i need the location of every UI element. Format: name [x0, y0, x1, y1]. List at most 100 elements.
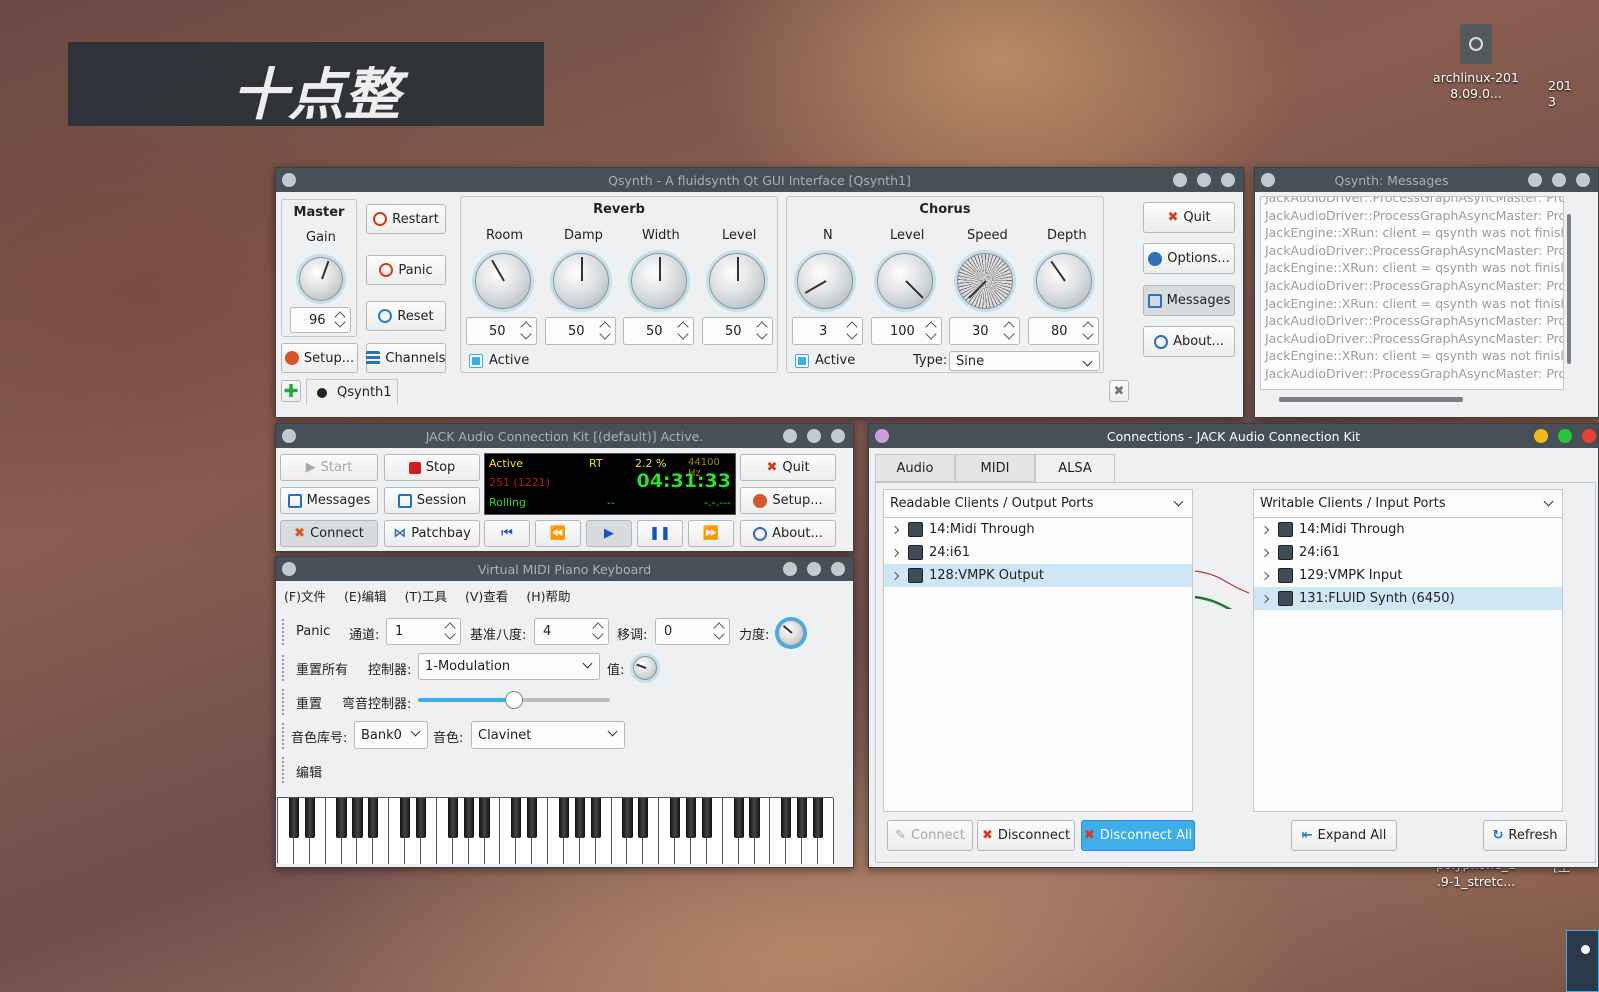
refresh-button[interactable]: ↻ Refresh	[1483, 820, 1567, 851]
black-key[interactable]	[479, 798, 490, 838]
reverb-level-knob[interactable]	[709, 253, 765, 309]
chorus-type-combo[interactable]: Sine	[949, 351, 1100, 371]
close-icon[interactable]	[1576, 173, 1590, 187]
black-key[interactable]	[733, 798, 744, 838]
disconnect-button[interactable]: ✖ Disconnect	[977, 820, 1075, 851]
black-key[interactable]	[400, 798, 411, 838]
maximize-icon[interactable]	[1552, 173, 1566, 187]
connections-titlebar[interactable]: Connections - JACK Audio Connection Kit	[869, 424, 1598, 448]
list-item[interactable]: 131:FLUID Synth (6450)	[1254, 587, 1562, 610]
black-key[interactable]	[781, 798, 792, 838]
reverb-level-spin[interactable]: 50	[702, 317, 773, 345]
list-item[interactable]: 14:Midi Through	[1254, 518, 1562, 541]
black-key[interactable]	[797, 798, 808, 838]
options-button[interactable]: Options...	[1143, 243, 1235, 274]
chorus-active-checkbox[interactable]	[795, 354, 809, 368]
gain-spinbox[interactable]: 96	[290, 307, 351, 333]
reset-button[interactable]: Reset	[366, 301, 446, 331]
messages-button[interactable]: Messages	[1143, 285, 1235, 316]
jack-connect-button[interactable]: ✖ Connect	[280, 520, 378, 547]
jack-about-button[interactable]: About...	[740, 520, 836, 547]
window-menu-icon[interactable]	[282, 173, 296, 187]
channel-spin[interactable]: 1	[386, 618, 461, 645]
expand-all-button[interactable]: ⇤ Expand All	[1291, 820, 1397, 851]
octave-spin[interactable]: 4	[534, 618, 609, 645]
tab-midi[interactable]: MIDI	[955, 454, 1035, 482]
setup-button[interactable]: Setup...	[281, 343, 358, 373]
pause-button[interactable]: ❚❚	[637, 520, 683, 547]
menu-file[interactable]: (F)文件	[284, 586, 326, 605]
maximize-icon[interactable]	[807, 562, 821, 576]
black-key[interactable]	[574, 798, 585, 838]
close-icon[interactable]	[831, 562, 845, 576]
disconnect-all-button[interactable]: ✖ Disconnect All	[1081, 820, 1195, 851]
black-key[interactable]	[447, 798, 458, 838]
chorus-depth-spin[interactable]: 80	[1028, 317, 1099, 345]
minimize-icon[interactable]	[1534, 429, 1548, 443]
velocity-knob[interactable]	[778, 620, 804, 646]
tab-alsa[interactable]: ALSA	[1035, 454, 1115, 482]
reverb-room-knob[interactable]	[475, 253, 531, 309]
chorus-depth-knob[interactable]	[1036, 253, 1092, 309]
jack-titlebar[interactable]: JACK Audio Connection Kit [(default)] Ac…	[276, 424, 853, 448]
black-key[interactable]	[749, 798, 760, 838]
window-menu-icon[interactable]	[282, 429, 296, 443]
transpose-spin[interactable]: 0	[655, 618, 730, 645]
add-engine-button[interactable]: ✚	[281, 380, 301, 402]
remove-engine-button[interactable]: ✖	[1109, 380, 1129, 402]
bank-combo[interactable]: Bank0	[354, 721, 428, 749]
maximize-icon[interactable]	[1197, 173, 1211, 187]
black-key[interactable]	[368, 798, 379, 838]
black-key[interactable]	[511, 798, 522, 838]
start-button[interactable]: ▶ Start	[280, 454, 378, 481]
readable-header[interactable]: Readable Clients / Output Ports	[884, 490, 1192, 518]
tray-widget[interactable]	[1566, 930, 1599, 992]
menu-help[interactable]: (H)帮助	[526, 586, 570, 605]
chorus-n-knob[interactable]	[797, 253, 853, 309]
toolbar-grip[interactable]	[282, 619, 285, 645]
menu-tools[interactable]: (T)工具	[405, 586, 447, 605]
close-icon[interactable]	[831, 429, 845, 443]
patchbay-button[interactable]: ⋈ Patchbay	[384, 520, 480, 547]
close-icon[interactable]	[1221, 173, 1235, 187]
controller-combo[interactable]: 1-Modulation	[418, 653, 600, 680]
session-button[interactable]: Session	[384, 487, 480, 514]
tab-audio[interactable]: Audio	[875, 454, 955, 482]
window-menu-icon[interactable]	[875, 429, 889, 443]
list-item[interactable]: 24:i61	[884, 541, 1192, 564]
edit-action[interactable]: 编辑	[296, 762, 322, 781]
reverb-room-spin[interactable]: 50	[466, 317, 537, 345]
log-vertical-scrollbar[interactable]	[1565, 200, 1573, 372]
channels-button[interactable]: Channels	[366, 343, 446, 373]
menu-edit[interactable]: (E)编辑	[344, 586, 387, 605]
minimize-icon[interactable]	[783, 562, 797, 576]
quit-button[interactable]: ✖ Quit	[1143, 202, 1235, 233]
black-key[interactable]	[590, 798, 601, 838]
black-key[interactable]	[288, 798, 299, 838]
maximize-icon[interactable]	[1558, 429, 1572, 443]
chorus-n-spin[interactable]: 3	[792, 317, 863, 345]
maximize-icon[interactable]	[807, 429, 821, 443]
black-key[interactable]	[701, 798, 712, 838]
messages-titlebar[interactable]: Qsynth: Messages	[1255, 168, 1598, 192]
panic-button[interactable]: Panic	[366, 255, 446, 285]
gain-knob[interactable]	[299, 257, 343, 301]
writable-clients-tree[interactable]: Writable Clients / Input Ports 14:Midi T…	[1253, 489, 1563, 812]
reverb-width-knob[interactable]	[631, 253, 687, 309]
pitch-bender-slider[interactable]	[418, 691, 610, 709]
engine-tab[interactable]: Qsynth1	[306, 379, 398, 405]
reverb-active-checkbox[interactable]	[469, 354, 483, 368]
chorus-level-knob[interactable]	[877, 253, 933, 309]
jack-quit-button[interactable]: ✖ Quit	[740, 454, 836, 481]
black-key[interactable]	[622, 798, 633, 838]
connect-button[interactable]: ✎ Connect	[887, 820, 973, 851]
list-item[interactable]: 129:VMPK Input	[1254, 564, 1562, 587]
vmpk-titlebar[interactable]: Virtual MIDI Piano Keyboard	[276, 557, 853, 581]
reverb-damp-knob[interactable]	[553, 253, 609, 309]
close-icon[interactable]	[1582, 429, 1596, 443]
slider-handle[interactable]	[505, 691, 523, 709]
toolbar-grip[interactable]	[282, 655, 285, 681]
black-key[interactable]	[813, 798, 824, 838]
black-key[interactable]	[463, 798, 474, 838]
black-key[interactable]	[670, 798, 681, 838]
